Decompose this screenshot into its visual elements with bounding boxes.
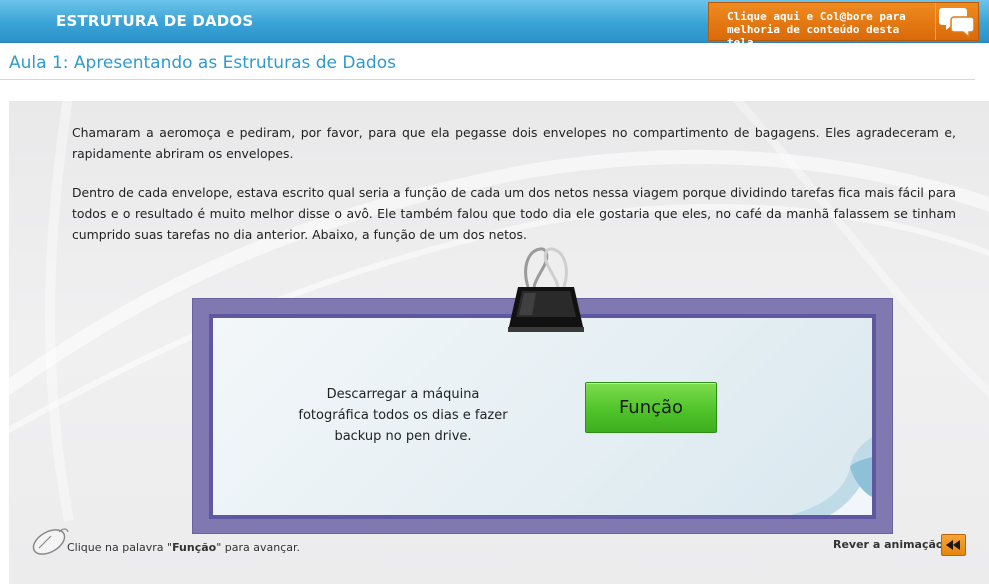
binder-clip-icon [508, 247, 584, 332]
story-paragraph-2: Dentro de cada envelope, estava escrito … [72, 185, 956, 242]
replay-label[interactable]: Rever a animação [833, 538, 943, 551]
title-divider [0, 79, 975, 80]
chat-bubbles-icon [935, 3, 978, 40]
instruction-keyword: Função [172, 541, 217, 554]
instruction-text: Clique na palavra "Função" para avançar. [67, 541, 300, 554]
instruction-suffix: " para avançar. [216, 541, 301, 554]
header-bar: ESTRUTURA DE DADOS Clique aqui e Col@bor… [0, 0, 989, 49]
page-curl-icon [790, 437, 872, 515]
rewind-icon [946, 540, 960, 550]
collaborate-line-1: Clique aqui e Col@bore para [727, 10, 906, 23]
course-title: ESTRUTURA DE DADOS [56, 12, 254, 30]
instruction-prefix: Clique na palavra " [67, 541, 173, 554]
collaborate-text: Clique aqui e Col@bore para melhoria de … [727, 10, 932, 49]
collaborate-line-2: melhoria de conteúdo desta tela [727, 23, 900, 49]
story-paragraph-1: Chamaram a aeromoça e pediram, por favor… [72, 125, 956, 161]
function-button[interactable]: Função [585, 382, 717, 433]
lesson-title: Aula 1: Apresentando as Estruturas de Da… [9, 53, 396, 73]
collaborate-button[interactable]: Clique aqui e Col@bore para melhoria de … [708, 2, 979, 49]
note-card: Descarregar a máquina fotográfica todos … [209, 314, 876, 519]
mouse-icon [32, 528, 69, 555]
content-panel: Chamaram a aeromoça e pediram, por favor… [9, 101, 989, 584]
task-description: Descarregar a máquina fotográfica todos … [298, 387, 508, 444]
replay-button[interactable] [941, 534, 966, 556]
